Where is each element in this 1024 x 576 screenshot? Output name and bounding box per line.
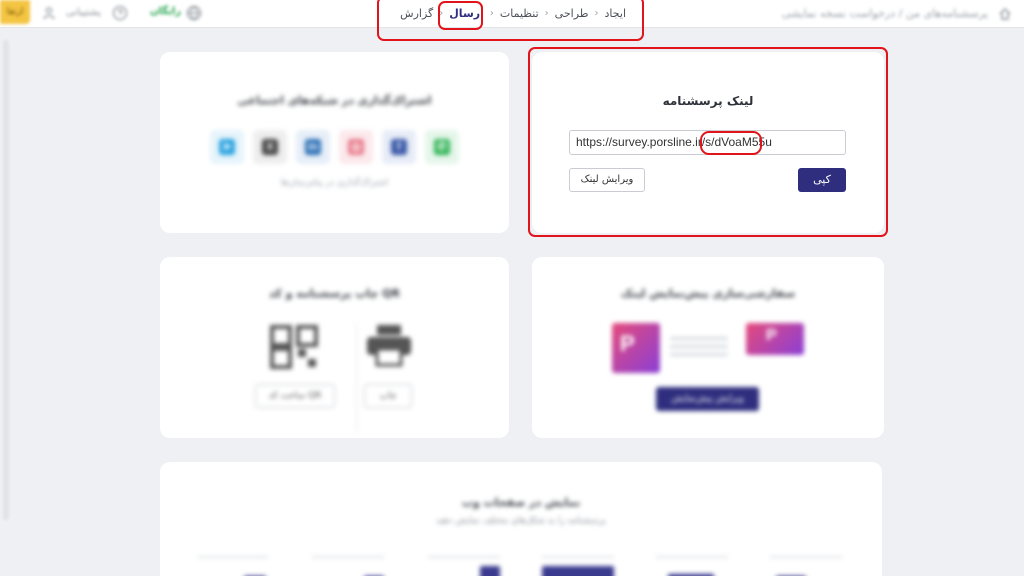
survey-url-field[interactable]: https://survey.porsline.ir/s/dVoaM55u bbox=[569, 130, 846, 155]
edit-preview-button[interactable]: ویرایش پیش‌نمایش bbox=[656, 387, 759, 411]
step-settings[interactable]: تنظیمات bbox=[500, 7, 539, 20]
preview-card-title: سفارشی‌سازی پیش‌نمایش لینک bbox=[620, 287, 796, 300]
copy-link-button[interactable]: کپی bbox=[798, 168, 846, 192]
embed-option-0[interactable] bbox=[198, 556, 268, 576]
divider bbox=[356, 323, 357, 433]
printer-icon bbox=[367, 325, 411, 367]
make-qr-button[interactable]: ساخت کد QR bbox=[255, 384, 335, 408]
instagram-icon: ◎ bbox=[348, 139, 364, 155]
telegram-icon: ➤ bbox=[219, 139, 235, 155]
chevron-left-icon: ‹ bbox=[544, 7, 549, 19]
preview-thumbnail-large: P bbox=[612, 323, 660, 373]
chevron-left-icon: ‹ bbox=[594, 7, 599, 19]
step-report[interactable]: گزارش bbox=[400, 7, 433, 20]
embed-card-subtitle: پرسشنامه را به شکل‌های مختلف نمایش دهید bbox=[436, 516, 606, 526]
share-button-3[interactable]: ◎ bbox=[339, 130, 373, 164]
survey-link-card: لینک پرسشنامه https://survey.porsline.ir… bbox=[532, 52, 884, 233]
share-button-5[interactable]: ✆ bbox=[425, 130, 459, 164]
linkedin-icon: in bbox=[305, 139, 321, 155]
porsline-logo-icon: P bbox=[766, 327, 777, 344]
web-embed-card: نمایش در صفحات وب پرسشنامه را به شکل‌های… bbox=[160, 462, 882, 576]
embed-option-1[interactable] bbox=[312, 556, 384, 576]
embed-card-title: نمایش در صفحات وب bbox=[461, 496, 581, 509]
preview-text-lines bbox=[670, 337, 728, 357]
survey-title[interactable]: پرسشنامه‌های من / درخواست نسخه نمایشی bbox=[782, 7, 988, 20]
porsline-logo-icon: P bbox=[620, 331, 635, 356]
link-preview-card: سفارشی‌سازی پیش‌نمایش لینک P P ویرایش پی… bbox=[532, 257, 884, 438]
share-card-title: اشتراک‌گذاری در شبکه‌های اجتماعی bbox=[237, 94, 432, 107]
user-icon[interactable] bbox=[42, 6, 56, 20]
share-button-1[interactable]: X bbox=[253, 130, 287, 164]
embed-option-4[interactable] bbox=[656, 556, 728, 576]
facebook-icon: f bbox=[391, 139, 407, 155]
print-button[interactable]: چاپ bbox=[364, 384, 412, 408]
x-icon: X bbox=[262, 139, 278, 155]
print-card-title: چاپ پرسشنامه و کد QR bbox=[269, 287, 400, 300]
plan-label[interactable]: رایگان bbox=[150, 6, 181, 17]
chevron-left-icon: ‹ bbox=[439, 7, 444, 19]
scrollbar[interactable] bbox=[3, 40, 9, 520]
share-button-2[interactable]: in bbox=[296, 130, 330, 164]
step-create[interactable]: ایجاد bbox=[605, 7, 626, 20]
embed-option-5[interactable] bbox=[770, 556, 842, 576]
social-buttons-row: ➤ X in ◎ f ✆ bbox=[210, 130, 460, 164]
share-note[interactable]: اشتراک‌گذاری در پیام‌رسان‌ها bbox=[160, 178, 509, 188]
help-icon[interactable] bbox=[112, 5, 128, 21]
edit-link-button[interactable]: ویرایش لینک bbox=[569, 168, 645, 192]
share-button-4[interactable]: f bbox=[382, 130, 416, 164]
link-card-title: لینک پرسشنامه bbox=[662, 94, 754, 108]
globe-icon[interactable] bbox=[186, 5, 202, 21]
whatsapp-icon: ✆ bbox=[434, 139, 450, 155]
chevron-left-icon: ‹ bbox=[489, 7, 494, 19]
step-design[interactable]: طراحی bbox=[555, 7, 589, 20]
embed-option-3[interactable] bbox=[542, 556, 614, 576]
qr-code-icon bbox=[270, 325, 318, 369]
step-navigation: ایجاد ‹ طراحی ‹ تنظیمات ‹ ارسال ‹ گزارش bbox=[400, 0, 626, 26]
share-button-0[interactable]: ➤ bbox=[210, 130, 244, 164]
step-send[interactable]: ارسال bbox=[449, 7, 484, 20]
support-label[interactable]: پشتیبانی bbox=[66, 7, 101, 18]
preview-thumbnail-small: P bbox=[746, 323, 804, 355]
embed-option-2[interactable] bbox=[428, 556, 500, 576]
home-icon[interactable] bbox=[998, 7, 1012, 21]
upgrade-badge[interactable]: ارتقا bbox=[0, 0, 30, 24]
print-qr-card: چاپ پرسشنامه و کد QR چاپ ساخت کد QR bbox=[160, 257, 509, 438]
social-share-card: اشتراک‌گذاری در شبکه‌های اجتماعی ➤ X in … bbox=[160, 52, 509, 233]
